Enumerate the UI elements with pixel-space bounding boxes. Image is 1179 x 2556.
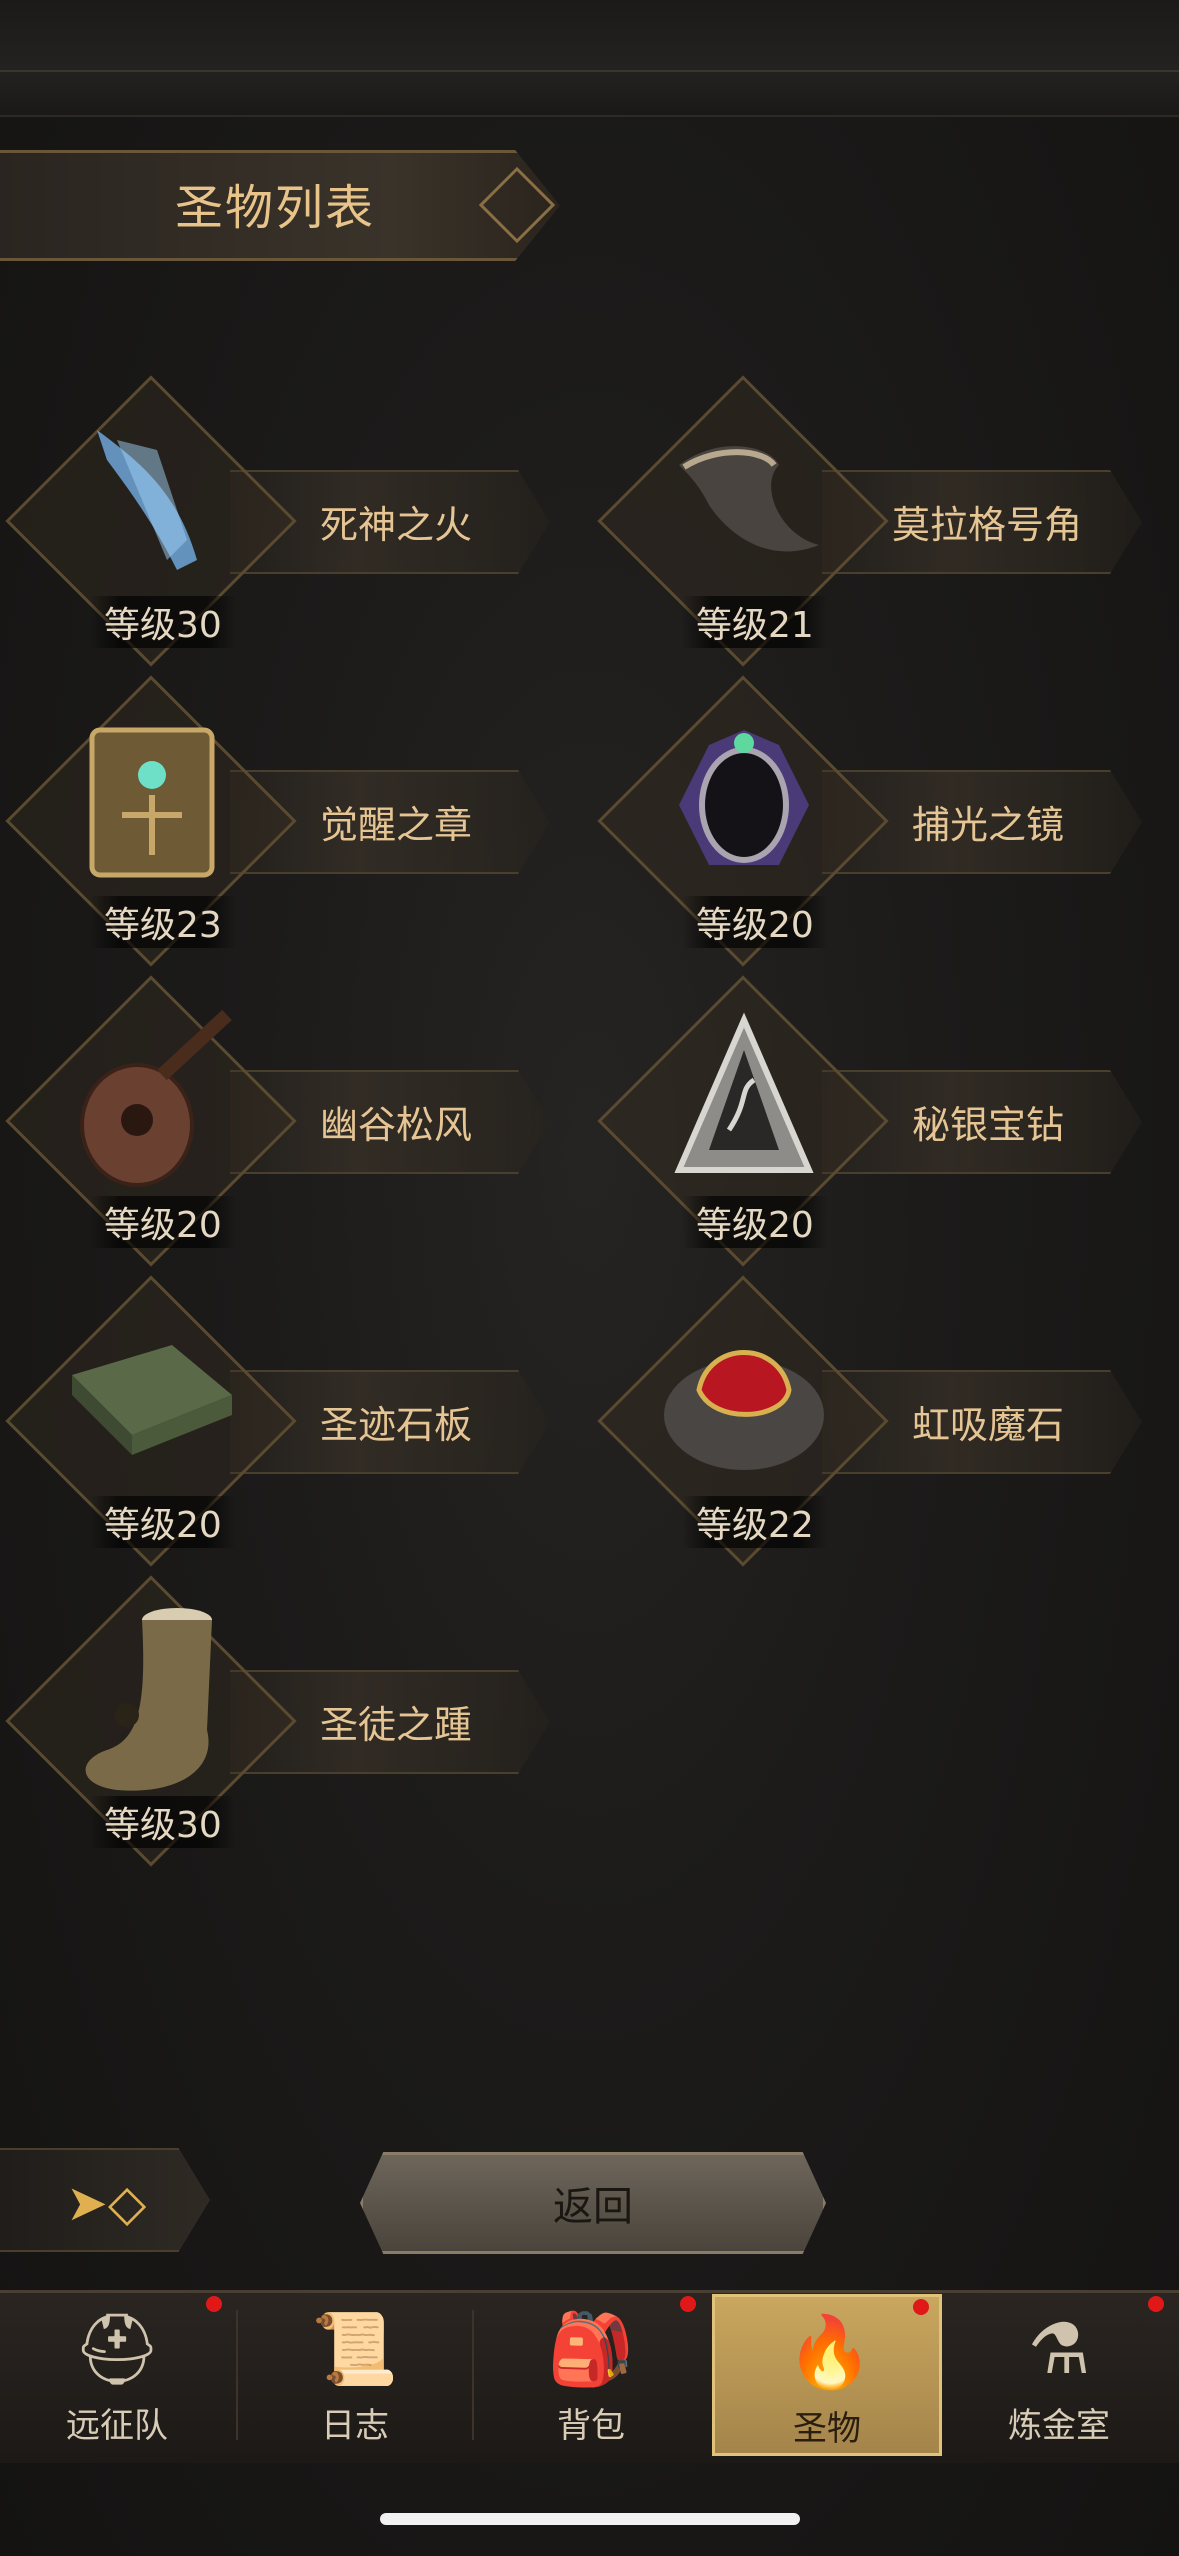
tome-icon <box>62 710 242 890</box>
page-title: 圣物列表 <box>175 180 376 236</box>
spectral-hand-icon <box>62 410 242 590</box>
horned-helmet-icon: ⛑ <box>72 2307 162 2390</box>
relic-name: 秘银宝钻 <box>912 1103 1065 1147</box>
lute-icon <box>62 1010 242 1190</box>
relic-name: 觉醒之章 <box>320 803 473 847</box>
backpack-icon: 🎒 <box>547 2307 635 2390</box>
stone-tablet-icon <box>62 1310 242 1490</box>
scroll-icon: 📜 <box>311 2307 399 2390</box>
relic-level: 等级22 <box>682 1496 828 1548</box>
alchemy-icon: ⚗ <box>1027 2308 1091 2390</box>
tab-label: 圣物 <box>793 2409 861 2449</box>
tab-relics[interactable]: 🔥 圣物 <box>712 2294 942 2456</box>
tab-label: 背包 <box>557 2406 625 2446</box>
relic-card[interactable]: 莫拉格号角 等级21 <box>592 375 1152 667</box>
saint-foot-icon <box>62 1608 242 1791</box>
arrow-diamond-icon: ➤◇ <box>66 2174 147 2232</box>
relic-card[interactable]: 觉醒之章 等级23 <box>0 675 560 967</box>
relic-name: 圣徒之踵 <box>320 1703 473 1747</box>
tab-divider <box>236 2310 238 2440</box>
torch-icon: 🔥 <box>786 2310 874 2393</box>
relic-level: 等级21 <box>682 596 828 648</box>
relic-card[interactable]: 死神之火 等级30 <box>0 375 560 667</box>
tab-expedition[interactable]: ⛑ 远征队 <box>2 2294 232 2450</box>
tab-label: 炼金室 <box>1008 2406 1110 2446</box>
relic-name: 莫拉格号角 <box>892 503 1083 547</box>
return-button[interactable]: 返回 <box>360 2152 826 2254</box>
relic-card[interactable]: 幽谷松风 等级20 <box>0 975 560 1267</box>
relic-level: 等级30 <box>90 1796 236 1848</box>
relic-name: 死神之火 <box>320 503 473 547</box>
tab-label: 日志 <box>321 2406 389 2446</box>
relic-card[interactable]: 秘银宝钻 等级20 <box>592 975 1152 1267</box>
relic-level: 等级23 <box>90 896 236 948</box>
relic-card[interactable]: 捕光之镜 等级20 <box>592 675 1152 967</box>
red-stone-icon <box>654 1310 834 1490</box>
horn-icon <box>654 410 834 590</box>
collapse-button[interactable]: ➤◇ <box>0 2148 210 2252</box>
notification-badge <box>913 2299 929 2315</box>
relic-level: 等级20 <box>90 1196 236 1248</box>
top-frame <box>0 0 1179 117</box>
relic-level: 等级20 <box>90 1496 236 1548</box>
relic-card[interactable]: 圣徒之踵 等级30 <box>0 1575 560 1867</box>
relic-name: 虹吸魔石 <box>912 1403 1065 1447</box>
notification-badge <box>206 2296 222 2312</box>
relic-name: 幽谷松风 <box>320 1103 473 1147</box>
home-indicator[interactable] <box>380 2513 800 2525</box>
relic-name: 捕光之镜 <box>912 803 1065 847</box>
relic-name: 圣迹石板 <box>320 1403 473 1447</box>
tab-label: 远征队 <box>66 2406 168 2446</box>
tab-divider <box>472 2310 474 2440</box>
pyramid-gem-icon <box>654 1010 834 1190</box>
tab-journal[interactable]: 📜 日志 <box>240 2294 470 2450</box>
tab-backpack[interactable]: 🎒 背包 <box>476 2294 706 2450</box>
relic-level: 等级20 <box>682 1196 828 1248</box>
relic-level: 等级30 <box>90 596 236 648</box>
notification-badge <box>680 2296 696 2312</box>
crystal-mirror-icon <box>654 710 834 890</box>
tab-alchemy[interactable]: ⚗ 炼金室 <box>944 2294 1174 2450</box>
relic-card[interactable]: 圣迹石板 等级20 <box>0 1275 560 1567</box>
relic-level: 等级20 <box>682 896 828 948</box>
notification-badge <box>1148 2296 1164 2312</box>
relic-card[interactable]: 虹吸魔石 等级22 <box>592 1275 1152 1567</box>
